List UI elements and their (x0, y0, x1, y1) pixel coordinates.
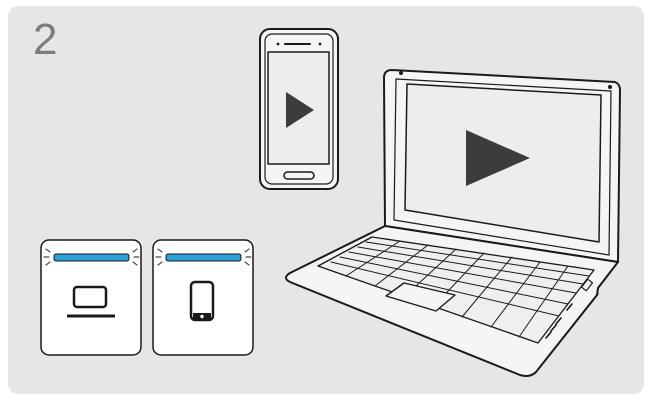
phone-connection-indicator (152, 239, 254, 356)
laptop-connection-indicator (40, 239, 142, 356)
smartphone-icon (259, 28, 339, 190)
